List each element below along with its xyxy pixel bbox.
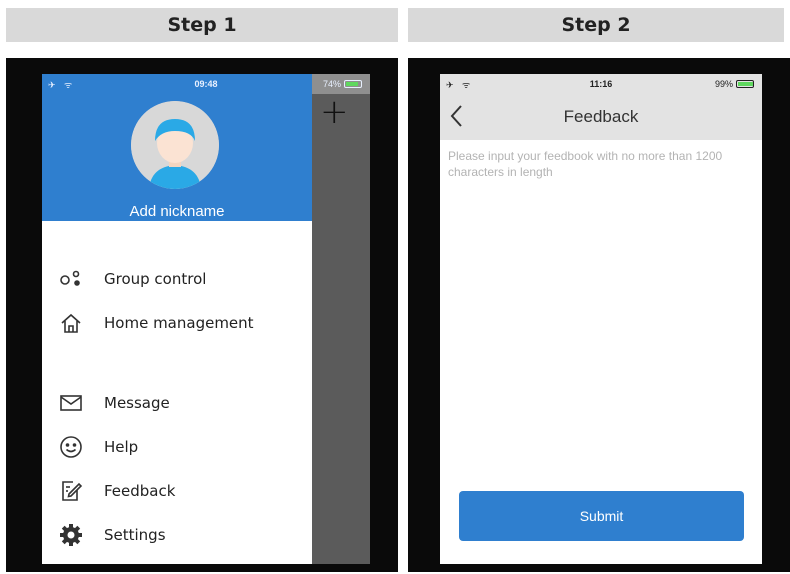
menu-item-group-control[interactable]: Group control	[42, 260, 312, 298]
menu-item-message[interactable]: Message	[42, 384, 312, 422]
step-2-header: Step 2	[408, 8, 784, 42]
envelope-icon	[59, 391, 83, 415]
gear-icon	[59, 523, 83, 547]
menu-item-settings[interactable]: Settings	[42, 516, 312, 554]
menu-item-home-management[interactable]: Home management	[42, 304, 312, 342]
status-bar: ✈ ᯤ 09:48 74%	[42, 74, 370, 94]
battery-percent: 74%	[322, 79, 341, 89]
add-nickname-link[interactable]: Add nickname	[42, 203, 312, 220]
group-control-icon	[59, 267, 83, 291]
feedback-icon	[59, 479, 83, 503]
status-time: 09:48	[194, 79, 218, 89]
submit-button[interactable]: Submit	[459, 491, 744, 541]
battery-icon	[344, 80, 362, 88]
menu-item-help[interactable]: Help	[42, 428, 312, 466]
battery-percent: 99%	[714, 79, 733, 89]
battery-icon	[736, 80, 754, 88]
feedback-textarea[interactable]	[448, 148, 754, 208]
dimmed-main-screen[interactable]	[312, 74, 370, 564]
smiley-icon	[59, 435, 83, 459]
step-1-header: Step 1	[6, 8, 398, 42]
menu-item-feedback[interactable]: Feedback	[42, 472, 312, 510]
step-2-phone-frame: ✈ ᯤ 11:16 99% Feedback Submit	[408, 58, 790, 572]
step-1-phone-frame: + ✈ ᯤ 09:48 74% Add nickname Group contr…	[6, 58, 398, 572]
step-2-screen: ✈ ᯤ 11:16 99% Feedback Submit	[440, 74, 762, 564]
avatar[interactable]	[131, 101, 219, 189]
step-1-screen: + ✈ ᯤ 09:48 74% Add nickname Group contr…	[42, 74, 370, 564]
home-icon	[59, 311, 83, 335]
status-time: 11:16	[589, 79, 613, 89]
status-bar: ✈ ᯤ 11:16 99%	[440, 74, 762, 94]
page-title: Feedback	[563, 107, 639, 126]
plus-icon[interactable]: +	[320, 95, 349, 129]
